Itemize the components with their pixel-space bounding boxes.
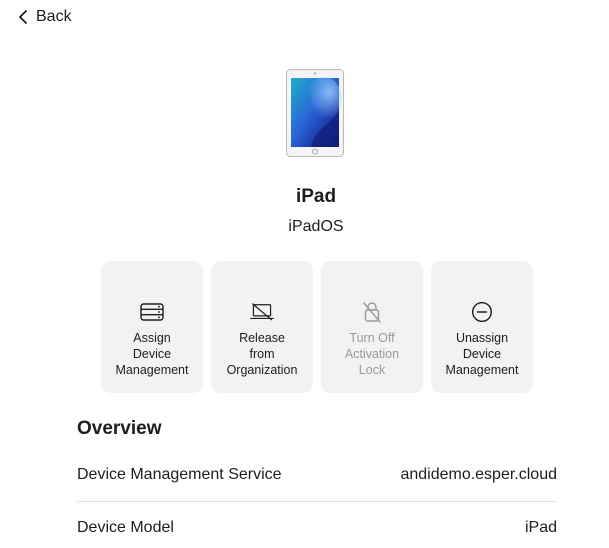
assign-device-management-button[interactable]: Assign Device Management (101, 261, 203, 393)
action-tiles: Assign Device Management Release from Or… (101, 261, 533, 393)
release-from-organization-button[interactable]: Release from Organization (211, 261, 313, 393)
row-label: Device Management Service (77, 466, 282, 483)
back-label: Back (36, 8, 72, 25)
release-from-organization-label: Release from Organization (226, 331, 298, 377)
unassign-device-management-label: Unassign Device Management (445, 331, 519, 377)
server-stack-icon (140, 301, 164, 323)
row-value: andidemo.esper.cloud (400, 466, 557, 483)
unassign-device-management-button[interactable]: Unassign Device Management (431, 261, 533, 393)
turn-off-activation-lock-button[interactable]: Turn Off Activation Lock (321, 261, 423, 393)
lock-off-icon (360, 301, 384, 323)
overview-heading: Overview (77, 418, 162, 439)
turn-off-activation-lock-label: Turn Off Activation Lock (344, 331, 400, 377)
assign-device-management-label: Assign Device Management (115, 331, 189, 377)
row-label: Device Model (77, 519, 174, 536)
minus-circle-icon (470, 301, 494, 323)
overview-row-device-model: Device Model iPad (77, 519, 557, 537)
device-os: iPadOS (288, 218, 344, 235)
row-divider (77, 501, 557, 502)
ipad-device-image (286, 69, 344, 157)
overview-row-management-service: Device Management Service andidemo.esper… (77, 466, 557, 484)
row-value: iPad (524, 519, 557, 536)
laptop-off-icon (250, 301, 274, 323)
back-button[interactable]: Back (18, 8, 72, 26)
device-detail-page: Back iPad iPadOS Assign Device Managemen… (0, 0, 609, 548)
chevron-left-icon (18, 9, 28, 25)
device-title: iPad (295, 186, 337, 207)
